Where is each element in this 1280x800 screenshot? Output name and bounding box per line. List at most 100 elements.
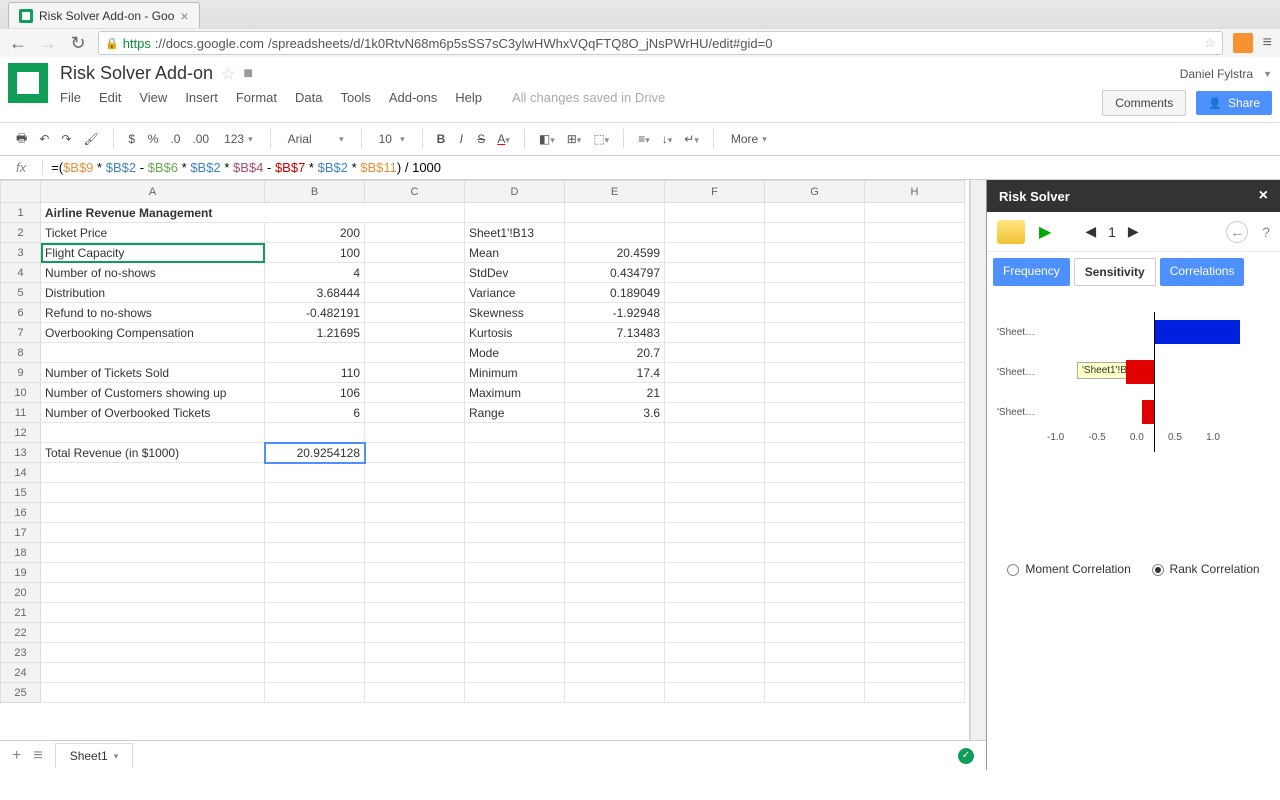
cell[interactable] [765,263,865,283]
cell[interactable] [765,283,865,303]
cell[interactable] [365,263,465,283]
cell[interactable]: Number of Customers showing up [41,383,265,403]
bulb-icon[interactable] [997,220,1025,244]
cell[interactable] [765,243,865,263]
cell[interactable] [765,483,865,503]
cell[interactable] [565,463,665,483]
cell[interactable] [365,523,465,543]
row-header[interactable]: 25 [1,683,41,703]
cell[interactable] [865,203,965,223]
col-header[interactable]: C [365,181,465,203]
cell[interactable] [665,323,765,343]
cell[interactable] [265,543,365,563]
cell[interactable] [665,583,765,603]
cell[interactable] [41,683,265,703]
cell[interactable] [365,603,465,623]
cell[interactable] [665,683,765,703]
cell[interactable]: 106 [265,383,365,403]
col-header[interactable]: H [865,181,965,203]
row-header[interactable]: 16 [1,503,41,523]
all-sheets-button[interactable]: ≡ [33,747,42,765]
cell[interactable] [265,603,365,623]
row-header[interactable]: 19 [1,563,41,583]
folder-icon[interactable]: ■ [243,65,253,83]
cell[interactable]: Kurtosis [465,323,565,343]
row-header[interactable]: 12 [1,423,41,443]
extension-icon[interactable] [1233,33,1253,53]
font-size-select[interactable]: 10▾ [372,128,412,150]
cell[interactable] [465,663,565,683]
cell[interactable] [665,503,765,523]
cell[interactable] [41,463,265,483]
row-header[interactable]: 15 [1,483,41,503]
wrap-icon[interactable]: ↵▾ [680,129,703,149]
user-name[interactable]: Daniel Fylstra [1180,67,1253,81]
cell[interactable] [41,563,265,583]
panel-back-icon[interactable]: ← [1226,221,1248,243]
cell[interactable] [565,583,665,603]
star-icon[interactable]: ☆ [221,64,235,84]
cell[interactable] [865,383,965,403]
row-header[interactable]: 17 [1,523,41,543]
cell[interactable] [565,603,665,623]
prev-icon[interactable]: ◀ [1085,223,1096,240]
cell[interactable] [765,203,865,223]
cell[interactable] [365,423,465,443]
cell[interactable] [865,623,965,643]
cell[interactable]: Variance [465,283,565,303]
menu-file[interactable]: File [60,90,81,116]
cell[interactable] [465,543,565,563]
add-sheet-button[interactable]: + [12,747,21,765]
row-header[interactable]: 23 [1,643,41,663]
cell[interactable] [865,643,965,663]
cell[interactable] [765,523,865,543]
cell[interactable] [665,443,765,463]
cell[interactable]: -1.92948 [565,303,665,323]
row-header[interactable]: 8 [1,343,41,363]
cell[interactable] [865,563,965,583]
cell[interactable] [565,523,665,543]
cell[interactable] [365,243,465,263]
cell[interactable] [665,543,765,563]
cell[interactable] [865,443,965,463]
cell[interactable] [765,663,865,683]
share-button[interactable]: Share [1196,91,1272,115]
cell[interactable] [365,363,465,383]
row-header[interactable]: 24 [1,663,41,683]
cell[interactable]: 100 [265,243,365,263]
cell[interactable] [765,383,865,403]
menu-help[interactable]: Help [455,90,482,116]
cell[interactable] [765,503,865,523]
col-header[interactable]: F [665,181,765,203]
bookmark-star-icon[interactable]: ☆ [1204,35,1216,51]
cell[interactable] [265,583,365,603]
cell[interactable] [865,543,965,563]
cell[interactable] [665,403,765,423]
cell[interactable] [765,623,865,643]
cell[interactable]: 20.9254128 [265,443,365,463]
cell[interactable] [865,283,965,303]
cell[interactable] [865,423,965,443]
user-dropdown-icon[interactable]: ▼ [1263,69,1272,79]
row-header[interactable]: 13 [1,443,41,463]
cell[interactable]: Overbooking Compensation [41,323,265,343]
cell[interactable] [765,643,865,663]
col-header[interactable]: D [465,181,565,203]
cell[interactable] [665,243,765,263]
cell[interactable]: 4 [265,263,365,283]
cell[interactable] [765,303,865,323]
cell[interactable] [765,583,865,603]
cell[interactable] [465,603,565,623]
cell[interactable] [665,523,765,543]
cell[interactable] [41,623,265,643]
cell[interactable] [865,243,965,263]
valign-icon[interactable]: ↓▾ [658,129,677,149]
currency-icon[interactable]: $ [124,129,140,149]
cell[interactable] [565,663,665,683]
cell[interactable] [365,223,465,243]
percent-icon[interactable]: % [144,129,163,149]
cell[interactable] [41,643,265,663]
cell[interactable] [41,423,265,443]
borders-icon[interactable]: ⊞▾ [563,129,586,149]
cell[interactable]: 200 [265,223,365,243]
